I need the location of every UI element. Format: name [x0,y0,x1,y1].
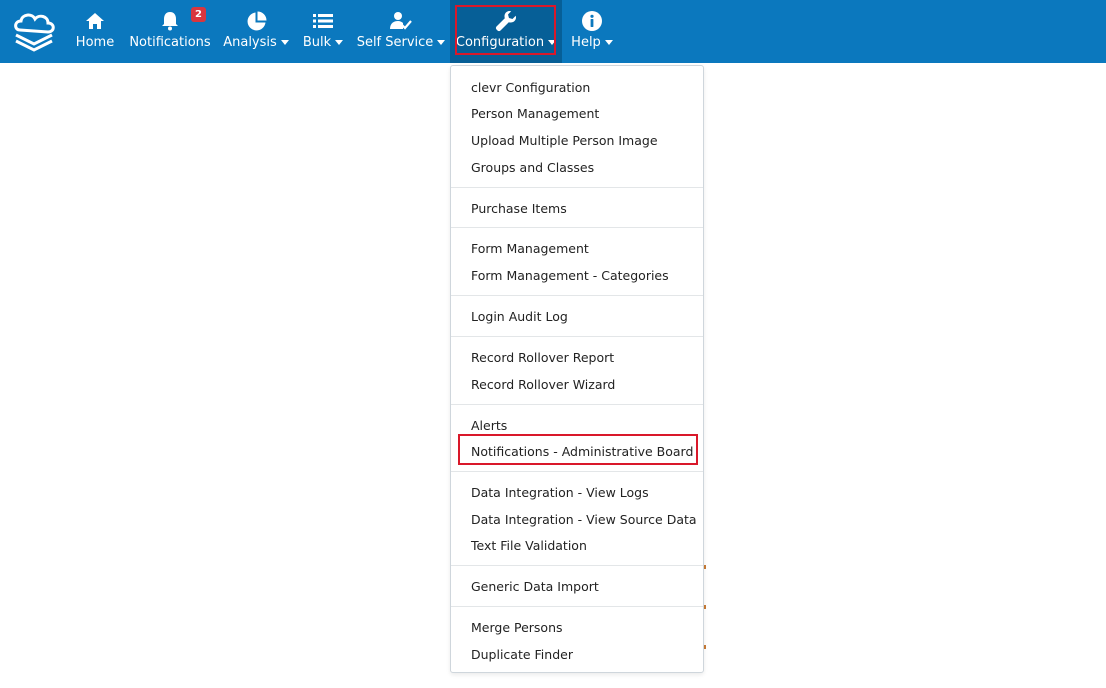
chevron-down-icon [437,40,446,45]
menu-item-upload-multiple-person-image[interactable]: Upload Multiple Person Image [471,133,658,148]
nav-self-service-text: Self Service [356,35,434,50]
configuration-dropdown-menu: clevr Configuration Person Management Up… [450,65,704,673]
nav-configuration[interactable]: Configuration [450,0,562,63]
app-logo-icon[interactable] [10,8,58,54]
menu-item-record-rollover-report[interactable]: Record Rollover Report [471,350,614,365]
menu-item-person-management[interactable]: Person Management [471,106,599,121]
chevron-down-icon [335,40,344,45]
bell-icon [159,10,181,32]
menu-divider [451,565,703,566]
nav-self-service[interactable]: Self Service [356,0,446,63]
notification-count-badge: 2 [191,7,206,22]
menu-item-text-file-validation[interactable]: Text File Validation [471,538,587,553]
nav-help[interactable]: Help [566,0,618,63]
menu-item-form-management-categories[interactable]: Form Management - Categories [471,268,669,283]
nav-configuration-text: Configuration [455,35,545,50]
menu-item-notifications-administrative-board[interactable]: Notifications - Administrative Board [471,444,693,459]
menu-item-login-audit-log[interactable]: Login Audit Log [471,309,568,324]
menu-divider [451,336,703,337]
top-navbar: Home 2 Notifications Analysis Bulk Self … [0,0,1106,63]
nav-analysis-label: Analysis [223,35,289,50]
pie-chart-icon [245,10,267,32]
menu-divider [451,606,703,607]
nav-home[interactable]: Home [72,0,118,63]
nav-self-service-label: Self Service [357,35,446,50]
wrench-icon [495,10,517,32]
menu-item-purchase-items[interactable]: Purchase Items [471,201,567,216]
menu-item-generic-data-import[interactable]: Generic Data Import [471,579,599,594]
menu-item-data-integration-view-logs[interactable]: Data Integration - View Logs [471,485,649,500]
nav-home-label: Home [75,35,115,50]
nav-bulk-label: Bulk [302,35,344,50]
chevron-down-icon [548,40,557,45]
menu-item-record-rollover-wizard[interactable]: Record Rollover Wizard [471,377,615,392]
menu-divider [451,404,703,405]
user-check-icon [390,10,412,32]
menu-divider [451,187,703,188]
menu-item-alerts[interactable]: Alerts [471,418,507,433]
menu-item-duplicate-finder[interactable]: Duplicate Finder [471,647,573,662]
nav-notifications-label: Notifications [129,35,211,50]
nav-analysis[interactable]: Analysis [222,0,290,63]
nav-help-label: Help [571,35,613,50]
chevron-down-icon [604,40,613,45]
menu-item-merge-persons[interactable]: Merge Persons [471,620,563,635]
menu-divider [451,295,703,296]
menu-item-groups-and-classes[interactable]: Groups and Classes [471,160,594,175]
menu-item-clevr-configuration[interactable]: clevr Configuration [471,80,590,95]
menu-item-form-management[interactable]: Form Management [471,241,589,256]
nav-bulk-text: Bulk [302,35,332,50]
nav-analysis-text: Analysis [223,35,277,50]
nav-bulk[interactable]: Bulk [300,0,346,63]
nav-configuration-label: Configuration [455,35,557,50]
info-icon [581,10,603,32]
nav-notifications[interactable]: 2 Notifications [128,0,212,63]
chevron-down-icon [280,40,289,45]
menu-item-data-integration-view-source-data[interactable]: Data Integration - View Source Data [471,512,697,527]
nav-help-text: Help [571,35,601,50]
menu-divider [451,227,703,228]
list-icon [312,10,334,32]
home-icon [84,10,106,32]
menu-divider [451,471,703,472]
